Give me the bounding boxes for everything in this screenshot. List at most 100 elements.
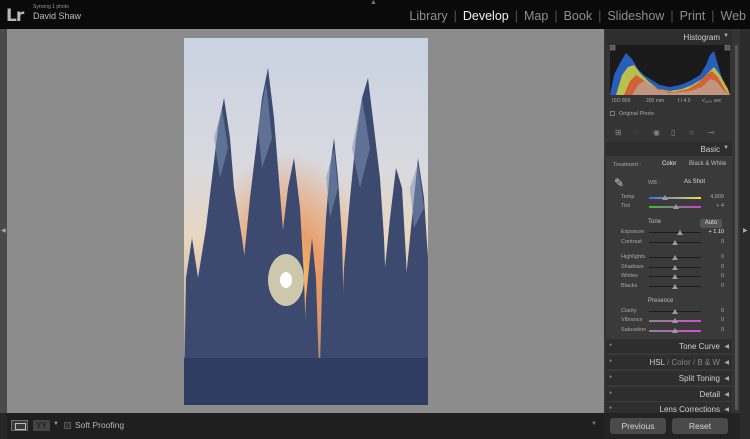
split-toning-header[interactable]: ● Split Toning ◀ <box>606 370 732 385</box>
user-name[interactable]: David Shaw <box>33 11 81 21</box>
panel-toggle-icon[interactable]: ● <box>609 374 612 380</box>
clarity-slider-thumb[interactable] <box>672 309 678 314</box>
shutter-readout: ¹⁄₁₆₀₀ sec <box>702 98 722 104</box>
sync-status: Syncing 1 photo <box>33 4 69 10</box>
panel-toggle-icon[interactable]: ● <box>609 405 612 411</box>
module-develop[interactable]: Develop <box>463 9 509 23</box>
blacks-value[interactable]: 0 <box>694 283 724 289</box>
photo-preview[interactable] <box>184 38 428 405</box>
collapse-icon: ▼ <box>723 33 729 39</box>
iso-readout: ISO 800 <box>612 98 631 104</box>
color-tab[interactable]: Color <box>672 358 691 367</box>
panel-toggle-icon[interactable]: ● <box>609 342 612 348</box>
contrast-slider-thumb[interactable] <box>672 240 678 245</box>
saturation-value[interactable]: 0 <box>694 327 724 333</box>
right-panel-arrow-icon: ▶ <box>743 228 748 234</box>
auto-tone-button[interactable]: Auto <box>700 219 722 228</box>
crop-tool-icon[interactable]: ⊞ <box>615 128 627 138</box>
module-book[interactable]: Book <box>564 9 593 23</box>
presence-label: Presence <box>648 298 674 304</box>
highlights-slider-thumb[interactable] <box>672 255 678 260</box>
vibrance-label: Vibrance <box>621 317 643 323</box>
left-panel-arrow-icon: ◀ <box>1 228 6 234</box>
detail-header[interactable]: ● Detail ◀ <box>606 386 732 401</box>
expand-icon: ◀ <box>724 344 729 350</box>
histogram[interactable] <box>610 45 730 95</box>
module-web[interactable]: Web <box>721 9 746 23</box>
panel-toggle-icon[interactable]: ● <box>609 358 612 364</box>
basic-title: Basic <box>700 145 720 154</box>
red-eye-icon[interactable]: ◉ <box>653 128 665 138</box>
exposure-label: Exposure <box>621 229 645 235</box>
tint-slider-thumb[interactable] <box>673 204 680 209</box>
top-panel-toggle-icon[interactable]: ▲ <box>370 0 377 6</box>
shadows-slider-thumb[interactable] <box>672 265 678 270</box>
soft-proofing-label: Soft Proofing <box>75 420 125 430</box>
module-map[interactable]: Map <box>524 9 548 23</box>
graduated-filter-icon[interactable]: ▯ <box>671 128 683 138</box>
vibrance-slider-thumb[interactable] <box>672 318 678 323</box>
left-panel-toggle[interactable]: ◀ <box>0 29 7 413</box>
highlights-label: Highlights <box>621 254 646 260</box>
original-photo-checkbox[interactable] <box>610 111 615 116</box>
tone-label: Tone <box>648 219 662 225</box>
vibrance-value[interactable]: 0 <box>694 317 724 323</box>
toolbar-menu-icon[interactable]: ▼ <box>591 421 597 427</box>
adjustment-brush-icon[interactable]: ⊸ <box>708 128 720 138</box>
clarity-label: Clarity <box>621 308 637 314</box>
wb-label: WB : <box>648 180 660 186</box>
hsl-tab[interactable]: HSL <box>650 358 665 367</box>
panel-toggle-icon[interactable]: ● <box>609 390 612 396</box>
radial-filter-icon[interactable]: ○ <box>689 128 701 138</box>
treatment-label: Treatment : <box>613 162 641 168</box>
temp-slider-thumb[interactable] <box>661 195 668 200</box>
shadows-label: Shadows <box>621 264 644 270</box>
panel-scrollbar[interactable] <box>735 45 738 410</box>
bw-tab[interactable]: B & W <box>697 358 720 367</box>
temp-label: Temp <box>621 194 635 200</box>
module-slideshow[interactable]: Slideshow <box>607 9 664 23</box>
saturation-slider-thumb[interactable] <box>672 328 678 333</box>
histogram-header[interactable]: Histogram ▼ <box>606 30 732 45</box>
soft-proofing-checkbox[interactable] <box>64 422 71 429</box>
tint-value[interactable]: + 4 <box>694 203 724 209</box>
contrast-label: Contrast <box>621 239 642 245</box>
tone-curve-title: Tone Curve <box>679 342 720 351</box>
white-balance-eyedropper-icon[interactable]: ✎ <box>614 176 624 190</box>
exposure-slider-thumb[interactable] <box>677 230 684 235</box>
reset-button[interactable]: Reset <box>672 418 728 434</box>
histogram-title: Histogram <box>683 33 720 42</box>
basic-header[interactable]: Basic ▼ <box>606 142 732 157</box>
contrast-value[interactable]: 0 <box>694 239 724 245</box>
tint-label: Tint <box>621 203 630 209</box>
wb-select[interactable]: As Shot <box>684 179 705 185</box>
module-library[interactable]: Library <box>409 9 447 23</box>
previous-button[interactable]: Previous <box>610 418 666 434</box>
hsl-separator: / <box>692 358 696 367</box>
spot-removal-icon[interactable]: ◌ <box>633 128 645 138</box>
app-logo: Lr <box>6 6 24 26</box>
before-after-dropdown-icon[interactable]: ▼ <box>53 421 59 427</box>
exposure-value[interactable]: + 1.10 <box>694 229 724 235</box>
treatment-color-button[interactable]: Color <box>662 161 676 167</box>
temp-value[interactable]: 4,800 <box>694 194 724 200</box>
right-panel-edge[interactable]: ▶ <box>740 29 750 439</box>
split-toning-title: Split Toning <box>678 374 720 383</box>
clarity-value[interactable]: 0 <box>694 308 724 314</box>
histogram-graph <box>610 45 730 95</box>
hsl-header[interactable]: ● HSL / Color / B & W ◀ <box>606 354 732 369</box>
shadows-value[interactable]: 0 <box>694 264 724 270</box>
tone-curve-header[interactable]: ● Tone Curve ◀ <box>606 338 732 353</box>
before-after-button[interactable]: YY <box>33 420 50 431</box>
highlights-value[interactable]: 0 <box>694 254 724 260</box>
blacks-slider-thumb[interactable] <box>672 284 678 289</box>
whites-value[interactable]: 0 <box>694 273 724 279</box>
module-print[interactable]: Print <box>680 9 706 23</box>
blacks-label: Blacks <box>621 283 638 289</box>
treatment-bw-button[interactable]: Black & White <box>689 161 726 167</box>
whites-slider-thumb[interactable] <box>672 274 678 279</box>
original-photo-label: Original Photo <box>619 111 654 117</box>
snowy-forest-sunset-image <box>184 38 428 405</box>
loupe-view-button[interactable] <box>11 420 28 431</box>
whites-label: Whites <box>621 273 638 279</box>
